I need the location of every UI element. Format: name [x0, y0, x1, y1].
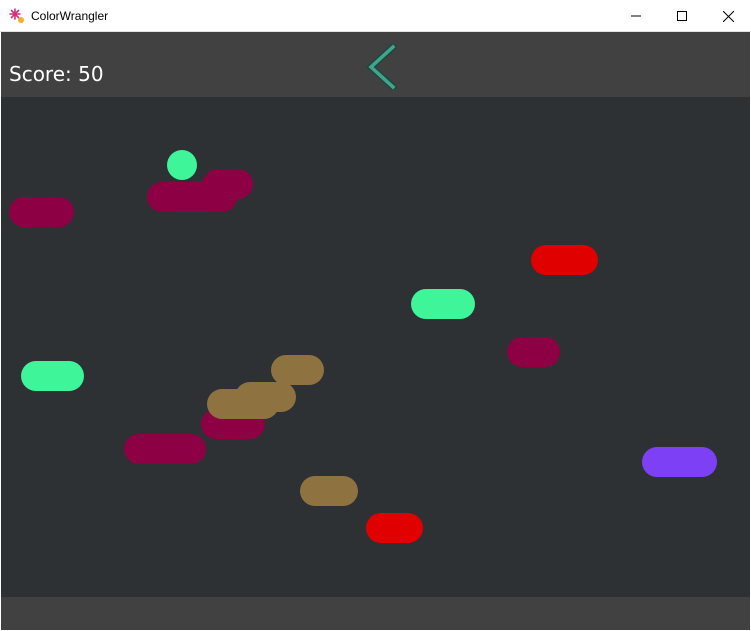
color-pill	[9, 197, 74, 227]
player-ball[interactable]	[167, 150, 197, 180]
maximize-icon	[677, 11, 687, 21]
chevron-left-icon[interactable]	[363, 44, 397, 90]
maximize-button[interactable]	[659, 0, 705, 32]
color-pill	[411, 289, 475, 319]
score-label: Score: 50	[9, 62, 104, 86]
game-window: Score: 50	[1, 32, 750, 630]
color-pill	[642, 447, 717, 477]
window-title: ColorWrangler	[31, 9, 109, 23]
top-hud-bar: Score: 50	[1, 32, 750, 97]
color-pill	[235, 382, 296, 412]
color-pill	[21, 361, 84, 391]
play-field[interactable]	[1, 97, 750, 597]
close-button[interactable]	[705, 0, 751, 32]
close-icon	[722, 10, 734, 22]
color-pill	[531, 245, 598, 275]
color-pill	[271, 355, 324, 385]
minimize-icon	[631, 15, 641, 17]
color-pill	[507, 337, 560, 367]
app-star-icon	[9, 8, 24, 23]
color-pill	[124, 434, 206, 464]
minimize-button[interactable]	[613, 0, 659, 32]
color-pill	[366, 513, 423, 543]
color-pill	[300, 476, 358, 506]
color-pill	[147, 182, 237, 212]
title-bar: ColorWrangler	[0, 0, 751, 32]
bottom-bar	[1, 597, 750, 630]
